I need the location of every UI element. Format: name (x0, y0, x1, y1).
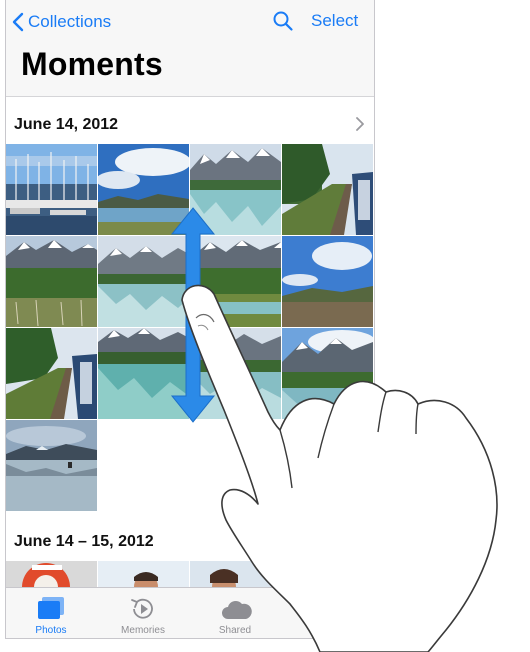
back-button-label: Collections (28, 12, 112, 31)
chevron-right-icon (356, 117, 364, 131)
photo-thumbnail[interactable] (6, 561, 97, 587)
photo-thumbnail[interactable] (98, 561, 189, 587)
tab-bar: Photos Memories Shared (6, 587, 374, 638)
photo-thumbnail[interactable] (6, 328, 97, 419)
tab-memories[interactable]: Memories (98, 588, 188, 638)
navigation-bar: Collections Select Moments (6, 0, 374, 97)
vertical-scroll-arrow (170, 207, 216, 423)
tab-label: Photos (35, 625, 67, 636)
back-button[interactable]: Collections (12, 8, 111, 36)
tab-shared[interactable]: Shared (190, 588, 280, 638)
marina-photo (6, 144, 97, 235)
moment-title: June 14 – 15, 2012 (14, 533, 154, 550)
photo-thumbnail[interactable] (282, 144, 373, 235)
photo-thumbnail[interactable] (6, 144, 97, 235)
tab-label: Memories (121, 625, 165, 636)
photo-thumbnail[interactable] (282, 236, 373, 327)
chevron-left-icon (12, 12, 24, 32)
photo-thumbnail[interactable] (6, 236, 97, 327)
photo-thumbnail[interactable] (190, 561, 281, 587)
memories-icon (131, 598, 153, 619)
photo-thumbnail[interactable] (282, 328, 373, 419)
shared-cloud-icon (222, 600, 252, 619)
moment-header-2[interactable]: June 14 – 15, 2012 (6, 519, 374, 563)
search-button[interactable] (272, 10, 296, 34)
page-title: Moments (21, 46, 163, 82)
tab-label: Shared (218, 625, 252, 636)
tab-photos[interactable]: Photos (6, 588, 96, 638)
photos-icon (38, 597, 64, 619)
select-button[interactable]: Select (311, 11, 358, 31)
moment-header-1[interactable]: June 14, 2012 (6, 102, 374, 146)
photo-thumbnail[interactable] (6, 420, 97, 511)
moment-title: June 14, 2012 (14, 116, 119, 133)
search-icon (273, 11, 293, 31)
